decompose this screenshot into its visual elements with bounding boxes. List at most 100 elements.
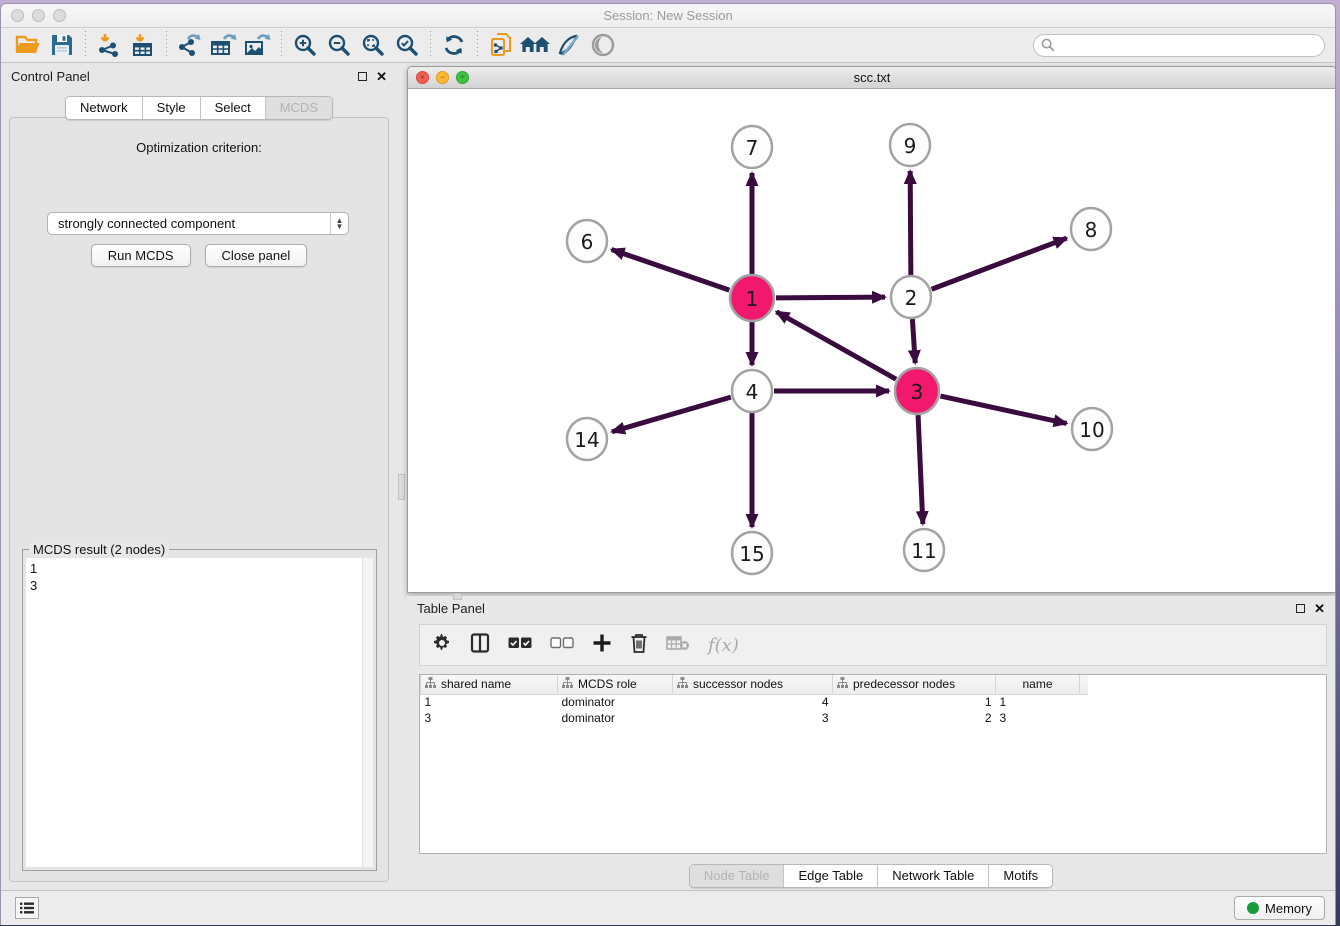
network-minimize-button[interactable]: − <box>436 71 449 84</box>
zoom-selected-icon[interactable] <box>390 30 424 60</box>
node-7[interactable]: 7 <box>732 126 772 168</box>
table-cell[interactable]: 3 <box>996 710 1080 726</box>
toolbar-separator <box>166 31 167 59</box>
node-10[interactable]: 10 <box>1072 408 1112 450</box>
close-panel-icon[interactable]: ✕ <box>376 70 387 83</box>
table-options-icon[interactable] <box>432 633 452 658</box>
network-close-button[interactable]: × <box>416 71 429 84</box>
column-header[interactable]: predecessor nodes <box>833 675 996 694</box>
table-row[interactable]: 3dominator323 <box>421 710 1089 726</box>
column-header[interactable]: name <box>996 675 1080 694</box>
table-cell[interactable]: 4 <box>673 694 833 710</box>
table-cell[interactable]: 1 <box>421 694 558 710</box>
zoom-out-icon[interactable] <box>322 30 356 60</box>
table-cell[interactable]: 2 <box>833 710 996 726</box>
home-icon[interactable] <box>518 30 552 60</box>
table-cell[interactable]: dominator <box>558 694 673 710</box>
delete-columns-icon[interactable] <box>630 633 648 658</box>
export-network-icon[interactable] <box>173 30 207 60</box>
network-maximize-button[interactable]: + <box>456 71 469 84</box>
tab-network[interactable]: Network <box>66 97 143 119</box>
apply-layout-icon[interactable] <box>437 30 471 60</box>
delete-table-icon <box>666 635 690 656</box>
edge-2-3[interactable] <box>912 319 915 363</box>
edge-2-8[interactable] <box>932 238 1067 289</box>
horizontal-splitter-grip[interactable] <box>453 593 462 600</box>
tab-network-table[interactable]: Network Table <box>878 865 989 887</box>
optimization-criterion-select[interactable]: strongly connected component ▲▼ <box>47 212 349 235</box>
close-table-panel-icon[interactable]: ✕ <box>1314 602 1325 615</box>
network-window-titlebar[interactable]: × − + scc.txt <box>408 67 1336 89</box>
edge-3-10[interactable] <box>940 396 1066 423</box>
edge-1-2[interactable] <box>776 297 885 298</box>
birds-eye-view-icon[interactable] <box>586 30 620 60</box>
table-row[interactable]: 1dominator411 <box>421 694 1089 710</box>
vertical-splitter[interactable] <box>397 64 407 890</box>
toolbar-separator <box>430 31 431 59</box>
clone-network-icon[interactable] <box>484 30 518 60</box>
table-cell[interactable]: 1 <box>996 694 1080 710</box>
node-2[interactable]: 2 <box>891 276 931 318</box>
svg-text:6: 6 <box>581 230 594 254</box>
float-panel-icon[interactable] <box>358 72 367 81</box>
network-graph[interactable]: 7 9 6 8 1 2 4 3 14 10 15 11 <box>408 89 1336 592</box>
float-table-panel-icon[interactable] <box>1296 604 1305 613</box>
table-header-row: shared nameMCDS rolesuccessor nodesprede… <box>421 675 1089 694</box>
table-cell[interactable]: 3 <box>421 710 558 726</box>
node-9[interactable]: 9 <box>890 124 930 166</box>
tab-motifs[interactable]: Motifs <box>989 865 1052 887</box>
tab-edge-table[interactable]: Edge Table <box>784 865 878 887</box>
minimize-window-button[interactable] <box>32 9 45 22</box>
open-session-icon[interactable] <box>11 30 45 60</box>
close-panel-button[interactable]: Close panel <box>205 244 308 267</box>
table-cell[interactable]: dominator <box>558 710 673 726</box>
node-4[interactable]: 4 <box>732 370 772 412</box>
import-table-icon[interactable] <box>126 30 160 60</box>
node-15[interactable]: 15 <box>732 532 772 574</box>
zoom-fit-icon[interactable] <box>356 30 390 60</box>
node-1[interactable]: 1 <box>730 275 774 321</box>
svg-text:11: 11 <box>911 539 936 563</box>
export-table-icon[interactable] <box>207 30 241 60</box>
unselect-all-columns-icon[interactable] <box>550 636 574 655</box>
column-header[interactable]: MCDS role <box>558 675 673 694</box>
tab-mcds[interactable]: MCDS <box>266 97 332 119</box>
edge-3-11[interactable] <box>918 415 923 524</box>
add-column-icon[interactable] <box>592 633 612 658</box>
node-3[interactable]: 3 <box>895 368 939 414</box>
column-header[interactable]: successor nodes <box>673 675 833 694</box>
svg-text:8: 8 <box>1085 218 1098 242</box>
show-columns-icon[interactable] <box>470 633 490 658</box>
hide-graphics-details-icon[interactable] <box>552 30 586 60</box>
memory-button[interactable]: Memory <box>1234 896 1325 920</box>
result-scrollbar[interactable] <box>362 558 373 867</box>
run-mcds-button[interactable]: Run MCDS <box>91 244 191 267</box>
edge-2-9[interactable] <box>910 171 911 275</box>
column-header[interactable]: shared name <box>421 675 558 694</box>
edge-1-6[interactable] <box>612 249 730 290</box>
save-session-icon[interactable] <box>45 30 79 60</box>
node-11[interactable]: 11 <box>904 529 944 571</box>
tab-select[interactable]: Select <box>201 97 266 119</box>
table-cell[interactable]: 1 <box>833 694 996 710</box>
select-all-columns-icon[interactable] <box>508 636 532 655</box>
table-cell[interactable]: 3 <box>673 710 833 726</box>
node-8[interactable]: 8 <box>1071 208 1111 250</box>
search-input[interactable] <box>1033 34 1325 57</box>
import-network-icon[interactable] <box>92 30 126 60</box>
node-14[interactable]: 14 <box>567 418 607 460</box>
network-canvas[interactable]: 7 9 6 8 1 2 4 3 14 10 15 11 <box>408 89 1336 592</box>
edge-4-14[interactable] <box>612 397 731 432</box>
splitter-grip[interactable] <box>398 474 405 500</box>
edge-3-1[interactable] <box>776 312 896 379</box>
node-6[interactable]: 6 <box>567 220 607 262</box>
status-list-button[interactable] <box>15 897 39 919</box>
mcds-result-text[interactable]: 1 3 <box>26 558 373 867</box>
export-image-icon[interactable] <box>241 30 275 60</box>
close-window-button[interactable] <box>11 9 24 22</box>
zoom-in-icon[interactable] <box>288 30 322 60</box>
node-table[interactable]: shared nameMCDS rolesuccessor nodesprede… <box>419 674 1327 854</box>
tab-style[interactable]: Style <box>143 97 201 119</box>
tab-node-table[interactable]: Node Table <box>690 865 785 887</box>
zoom-window-button[interactable] <box>53 9 66 22</box>
